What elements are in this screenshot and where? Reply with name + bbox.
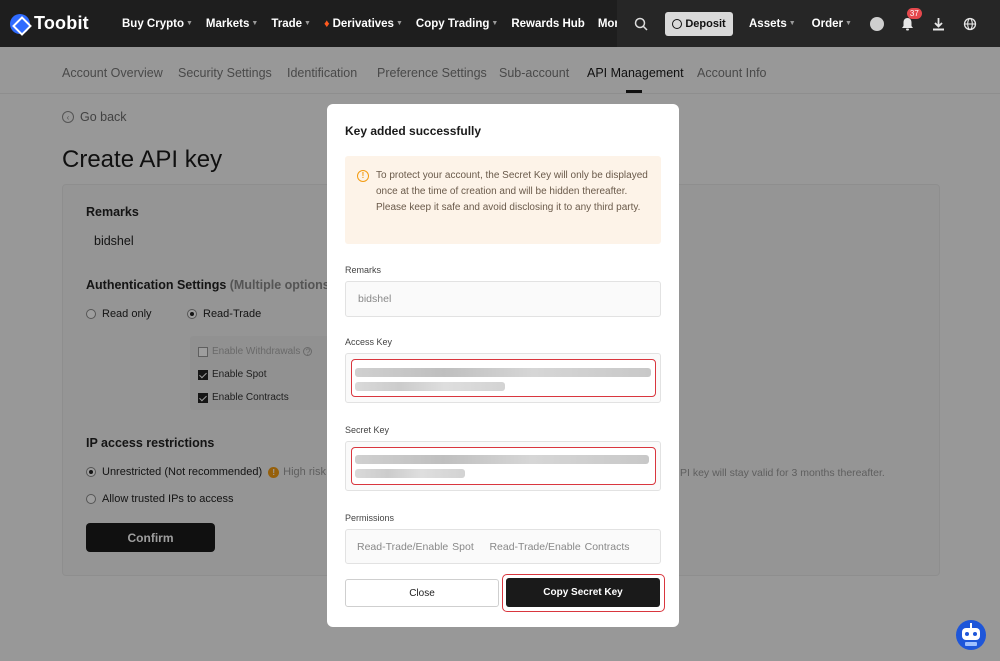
support-robot-icon[interactable]	[955, 619, 987, 651]
nav-rewards-hub[interactable]: Rewards Hub	[511, 18, 585, 30]
chevron-down-icon: ▼	[251, 20, 259, 27]
nav-label: Derivatives	[332, 17, 394, 30]
access-key-value[interactable]	[351, 359, 656, 397]
info-icon: !	[357, 170, 369, 182]
chevron-down-icon: ▼	[844, 20, 852, 27]
secret-key-field[interactable]	[345, 441, 661, 491]
bell-icon	[902, 17, 914, 30]
globe-icon	[963, 17, 977, 30]
nav-order[interactable]: Order ▼	[812, 18, 852, 30]
blurred-key	[355, 469, 465, 478]
top-nav: Toobit Buy Crypto ▼ Markets ▼ Trade ▼ ♦ Deri…	[0, 0, 1000, 47]
modal-remarks-field: bidshel	[345, 281, 661, 317]
key-added-modal: Key added successfully ! To protect your…	[327, 104, 679, 627]
permission-item: Read-Trade/Enable Contracts	[489, 541, 630, 553]
deposit-button[interactable]: Deposit	[665, 11, 733, 36]
download-icon	[933, 17, 945, 30]
nav-label: Buy Crypto	[122, 17, 184, 30]
nav-label: Copy Trading	[415, 17, 490, 30]
blurred-key	[355, 368, 651, 377]
toobit-logo-icon	[10, 13, 30, 34]
logo[interactable]: Toobit	[10, 13, 110, 34]
chevron-down-icon: ▼	[304, 20, 311, 27]
deposit-label: Deposit	[685, 17, 726, 30]
notification-badge: 37	[906, 7, 922, 19]
nav-label: Rewards Hub	[511, 17, 585, 30]
deposit-icon	[672, 18, 683, 29]
copy-secret-key-button[interactable]: Copy Secret Key	[506, 578, 660, 607]
language-button[interactable]	[963, 17, 977, 31]
nav-buy-crypto[interactable]: Buy Crypto ▼	[122, 18, 193, 30]
chevron-down-icon: ▼	[788, 20, 796, 27]
chevron-down-icon: ▼	[185, 20, 193, 27]
nav-derivatives[interactable]: ♦ Derivatives ▼	[324, 18, 403, 30]
nav-trade[interactable]: Trade ▼	[271, 18, 311, 30]
search-button[interactable]	[617, 0, 665, 47]
nav-assets[interactable]: Assets ▼	[749, 18, 796, 30]
blurred-key	[355, 455, 649, 464]
permission-item: Read-Trade/Enable Spot	[357, 541, 474, 553]
chevron-down-icon: ▼	[395, 20, 403, 27]
avatar-icon[interactable]	[869, 16, 884, 31]
chevron-down-icon: ▼	[491, 20, 499, 27]
permissions-value: Read-Trade/Enable Spot Read-Trade/Enable…	[357, 541, 630, 553]
brand-name: Toobit	[34, 13, 89, 33]
nav-copy-trading[interactable]: Copy Trading ▼	[416, 18, 498, 30]
nav-label: Trade	[271, 17, 303, 30]
nav-label: Assets	[749, 17, 787, 30]
access-key-label: Access Key	[345, 337, 393, 347]
flame-icon: ♦	[323, 17, 330, 30]
access-key-field[interactable]	[345, 353, 661, 403]
nav-markets[interactable]: Markets ▼	[206, 18, 258, 30]
modal-remarks-label: Remarks	[345, 265, 382, 275]
copy-secret-highlight: Copy Secret Key	[502, 574, 665, 612]
secret-key-label: Secret Key	[345, 425, 390, 435]
main-menu: Buy Crypto ▼ Markets ▼ Trade ▼ ♦ Derivatives…	[122, 18, 647, 30]
nav-right: Deposit Assets ▼ Order ▼ 37	[617, 0, 1000, 47]
search-icon	[634, 17, 648, 31]
modal-title: Key added successfully	[345, 124, 482, 138]
secret-key-value[interactable]	[351, 447, 656, 485]
permissions-label: Permissions	[345, 513, 395, 523]
blurred-key	[355, 382, 505, 391]
nav-label: Markets	[205, 17, 250, 30]
download-button[interactable]	[932, 17, 946, 31]
notice-text: To protect your account, the Secret Key …	[376, 170, 648, 213]
security-notice: ! To protect your account, the Secret Ke…	[345, 156, 661, 244]
nav-label: Order	[811, 17, 843, 30]
notification-button[interactable]: 37	[901, 7, 922, 31]
close-button[interactable]: Close	[345, 579, 499, 607]
permissions-field: Read-Trade/Enable Spot Read-Trade/Enable…	[345, 529, 661, 564]
